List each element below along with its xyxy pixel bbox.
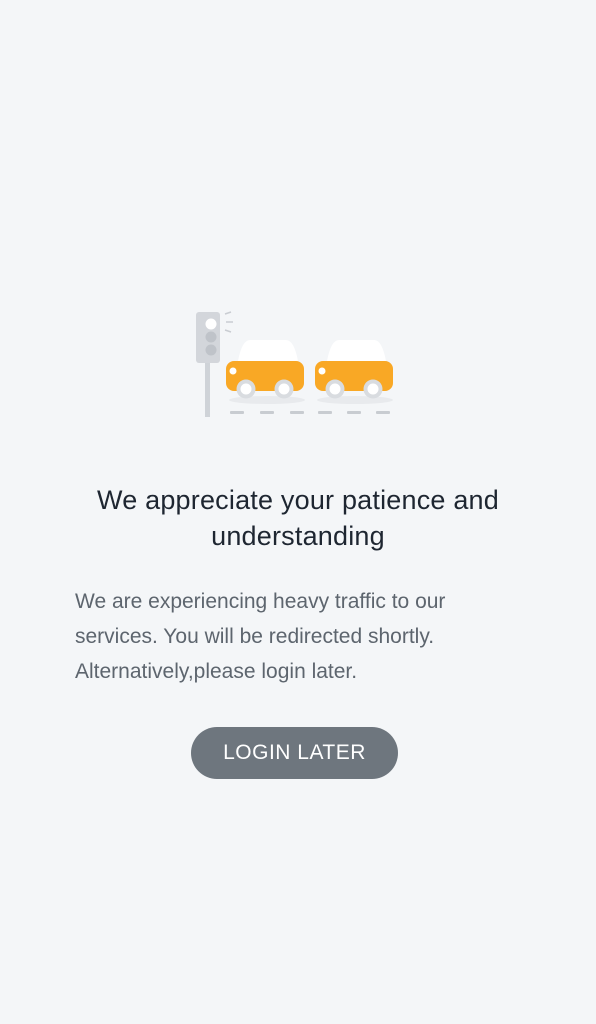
message-line-2: services. You will be redirected shortly… [75, 625, 435, 648]
page-title-line-2: understanding [211, 521, 385, 551]
traffic-jam-illustration [190, 305, 400, 425]
traffic-message: We are experiencing heavy traffic to our… [75, 584, 545, 689]
message-line-3: Alternatively,please login later. [75, 660, 358, 683]
login-later-button[interactable]: LOGIN LATER [191, 727, 398, 779]
road-dashes-icon [230, 411, 390, 414]
page-title-line-1: We appreciate your patience and [97, 485, 499, 515]
page-title: We appreciate your patience and understa… [30, 482, 566, 554]
car-icon [226, 340, 305, 404]
car-icon [315, 340, 393, 404]
message-line-1: We are experiencing heavy traffic to our [75, 590, 446, 613]
